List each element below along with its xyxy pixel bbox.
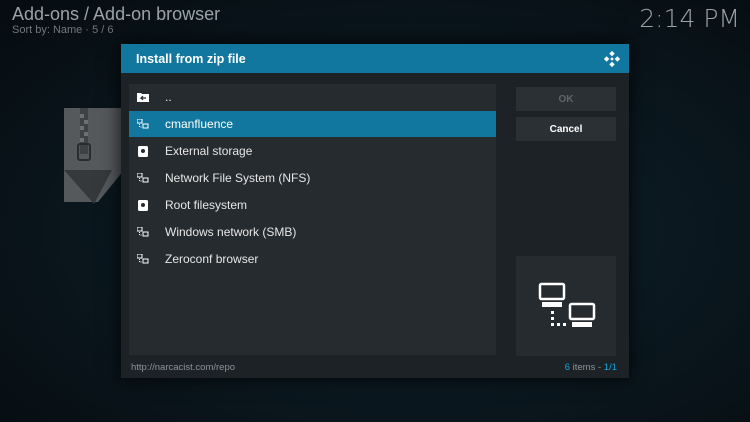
breadcrumb-title: Add-ons / Add-on browser — [12, 4, 221, 24]
zip-file-icon — [64, 108, 124, 204]
folder-up-icon — [137, 92, 149, 102]
dialog-title: Install from zip file — [136, 52, 246, 66]
items-number: 6 — [564, 362, 570, 373]
position-counter: 5 / 6 — [92, 24, 114, 36]
page-indicator: 1/1 — [603, 362, 617, 373]
file-source-list: .. cmanfluence External storage Network … — [129, 84, 496, 355]
network-icon — [137, 173, 149, 183]
sort-label: Sort by: Name — [12, 24, 83, 36]
items-suffix: items — [572, 362, 596, 373]
sort-info: Sort by: Name · 5 / 6 — [12, 24, 220, 37]
list-item-label: External storage — [165, 144, 253, 158]
list-item-root-filesystem[interactable]: Root filesystem — [129, 192, 496, 218]
list-item-zeroconf[interactable]: Zeroconf browser — [129, 246, 496, 272]
network-icon — [137, 119, 149, 129]
cancel-button[interactable]: Cancel — [516, 117, 616, 141]
install-zip-dialog: Install from zip file .. cmanfluence Ext… — [121, 44, 629, 378]
drive-icon — [137, 145, 149, 157]
item-count: 6 items - 1/1 — [565, 362, 617, 373]
dialog-header: Install from zip file — [121, 44, 629, 73]
list-item-label: Network File System (NFS) — [165, 171, 311, 185]
list-item-label: Root filesystem — [165, 198, 248, 212]
list-item-label: Windows network (SMB) — [165, 225, 297, 239]
list-item-cmanfluence[interactable]: cmanfluence — [129, 111, 496, 137]
network-icon — [137, 254, 149, 264]
page-separator: - — [597, 362, 602, 373]
selected-item-preview — [516, 256, 616, 356]
list-item-label: Zeroconf browser — [165, 252, 259, 266]
list-item-smb[interactable]: Windows network (SMB) — [129, 219, 496, 245]
network-icon — [137, 227, 149, 237]
list-item-external-storage[interactable]: External storage — [129, 138, 496, 164]
network-large-icon — [538, 282, 596, 327]
current-path: http://narcacist.com/repo — [131, 362, 236, 373]
ok-button[interactable]: OK — [516, 87, 616, 111]
drive-icon — [137, 199, 149, 211]
kodi-logo-icon — [603, 50, 621, 68]
background-header: Add-ons / Add-on browser Sort by: Name ·… — [12, 4, 220, 37]
list-item-parent[interactable]: .. — [129, 84, 496, 110]
list-item-nfs[interactable]: Network File System (NFS) — [129, 165, 496, 191]
list-item-label: .. — [165, 90, 172, 104]
list-item-label: cmanfluence — [165, 117, 234, 131]
clock: 2:14 PM — [639, 4, 740, 33]
